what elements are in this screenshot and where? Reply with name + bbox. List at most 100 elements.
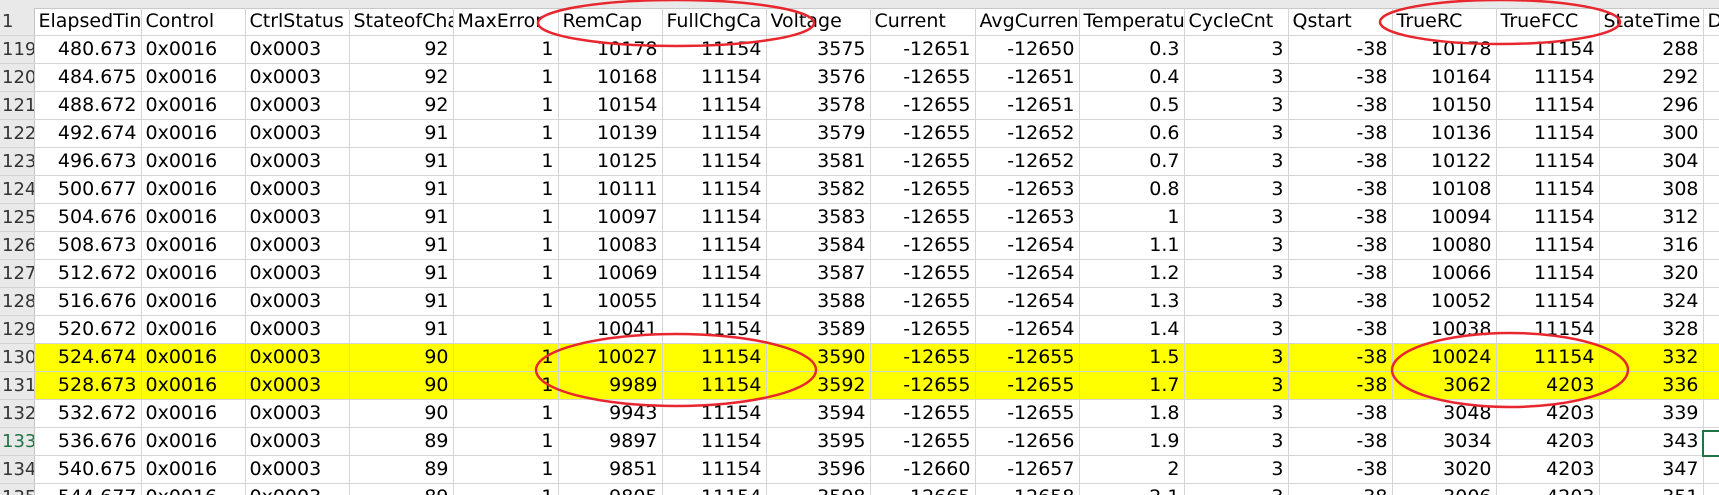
- table-cell[interactable]: -12655: [870, 259, 976, 288]
- table-cell[interactable]: 0.8: [1079, 175, 1185, 204]
- table-cell[interactable]: 0x0003: [245, 175, 350, 204]
- table-cell[interactable]: 0x0003: [245, 427, 350, 456]
- table-cell[interactable]: -38: [1288, 35, 1393, 64]
- table-cell[interactable]: 91: [349, 203, 454, 232]
- table-cell[interactable]: -12655: [870, 175, 976, 204]
- table-cell[interactable]: 0x0016: [141, 427, 246, 456]
- table-cell[interactable]: [1703, 371, 1719, 400]
- table-cell[interactable]: 10027: [558, 343, 663, 372]
- table-cell[interactable]: 0x0016: [141, 147, 246, 176]
- row-number[interactable]: 122: [0, 119, 35, 148]
- row-number[interactable]: 130: [0, 343, 35, 372]
- table-cell[interactable]: 492.674: [34, 119, 142, 148]
- table-cell[interactable]: 3: [1184, 371, 1289, 400]
- table-cell[interactable]: 11154: [662, 147, 767, 176]
- table-cell[interactable]: 91: [349, 287, 454, 316]
- table-cell[interactable]: 3: [1184, 259, 1289, 288]
- table-cell[interactable]: 89: [349, 483, 454, 495]
- table-cell[interactable]: 11154: [662, 175, 767, 204]
- table-cell[interactable]: 3596: [766, 455, 871, 484]
- table-cell[interactable]: 3579: [766, 119, 871, 148]
- table-cell[interactable]: -12651: [870, 35, 976, 64]
- table-cell[interactable]: 11154: [662, 231, 767, 260]
- table-cell[interactable]: -38: [1288, 91, 1393, 120]
- table-cell[interactable]: 1.9: [1079, 427, 1185, 456]
- table-cell[interactable]: 4203: [1496, 371, 1600, 400]
- table-cell[interactable]: -12654: [975, 259, 1080, 288]
- row-number[interactable]: 125: [0, 203, 35, 232]
- table-cell[interactable]: 0x0003: [245, 315, 350, 344]
- table-cell[interactable]: -38: [1288, 427, 1393, 456]
- table-cell[interactable]: 1: [453, 203, 559, 232]
- table-cell[interactable]: 2.1: [1079, 483, 1185, 495]
- table-cell[interactable]: 1: [453, 231, 559, 260]
- table-cell[interactable]: 0x0016: [141, 399, 246, 428]
- column-header-cell[interactable]: AvgCurren: [975, 8, 1080, 36]
- table-cell[interactable]: 0x0016: [141, 483, 246, 495]
- table-cell[interactable]: 11154: [662, 371, 767, 400]
- table-cell[interactable]: [1703, 259, 1719, 288]
- table-cell[interactable]: 11154: [662, 287, 767, 316]
- table-cell[interactable]: 9989: [558, 371, 663, 400]
- table-cell[interactable]: -12655: [870, 287, 976, 316]
- table-cell[interactable]: 516.676: [34, 287, 142, 316]
- table-cell[interactable]: 536.676: [34, 427, 142, 456]
- table-cell[interactable]: -12653: [975, 203, 1080, 232]
- table-cell[interactable]: 1: [453, 35, 559, 64]
- column-header-cell[interactable]: CtrlStatus: [245, 8, 350, 36]
- table-cell[interactable]: 1: [453, 63, 559, 92]
- table-cell[interactable]: 1: [453, 427, 559, 456]
- table-cell[interactable]: 3: [1184, 427, 1289, 456]
- table-cell[interactable]: 3: [1184, 399, 1289, 428]
- table-cell[interactable]: 0.4: [1079, 63, 1185, 92]
- table-cell[interactable]: [1703, 35, 1719, 64]
- table-cell[interactable]: 4203: [1496, 455, 1600, 484]
- table-cell[interactable]: 1: [453, 91, 559, 120]
- table-cell[interactable]: 91: [349, 119, 454, 148]
- table-cell[interactable]: -38: [1288, 399, 1393, 428]
- table-cell[interactable]: -12654: [975, 231, 1080, 260]
- table-cell[interactable]: -38: [1288, 455, 1393, 484]
- table-cell[interactable]: 11154: [1496, 35, 1600, 64]
- table-cell[interactable]: 11154: [1496, 231, 1600, 260]
- table-cell[interactable]: 10069: [558, 259, 663, 288]
- table-cell[interactable]: 3584: [766, 231, 871, 260]
- table-cell[interactable]: -12655: [870, 203, 976, 232]
- table-cell[interactable]: 3588: [766, 287, 871, 316]
- table-cell[interactable]: 11154: [662, 259, 767, 288]
- table-cell[interactable]: 332: [1599, 343, 1704, 372]
- table-cell[interactable]: 10024: [1392, 343, 1497, 372]
- table-cell[interactable]: 11154: [1496, 287, 1600, 316]
- table-cell[interactable]: 3581: [766, 147, 871, 176]
- table-cell[interactable]: 10038: [1392, 315, 1497, 344]
- table-cell[interactable]: 11154: [662, 399, 767, 428]
- table-cell[interactable]: [1703, 63, 1719, 92]
- row-number[interactable]: 124: [0, 175, 35, 204]
- table-cell[interactable]: 3: [1184, 343, 1289, 372]
- table-cell[interactable]: 300: [1599, 119, 1704, 148]
- table-cell[interactable]: 0x0003: [245, 371, 350, 400]
- table-cell[interactable]: -38: [1288, 315, 1393, 344]
- table-cell[interactable]: 11154: [662, 455, 767, 484]
- table-cell[interactable]: 1.5: [1079, 343, 1185, 372]
- table-cell[interactable]: 10139: [558, 119, 663, 148]
- row-number[interactable]: 119: [0, 35, 35, 64]
- table-cell[interactable]: 0x0003: [245, 259, 350, 288]
- table-cell[interactable]: 0x0003: [245, 455, 350, 484]
- table-cell[interactable]: 1.3: [1079, 287, 1185, 316]
- table-cell[interactable]: 3587: [766, 259, 871, 288]
- table-cell[interactable]: 10097: [558, 203, 663, 232]
- table-cell[interactable]: 3576: [766, 63, 871, 92]
- table-cell[interactable]: 0x0003: [245, 399, 350, 428]
- table-cell[interactable]: 480.673: [34, 35, 142, 64]
- row-number[interactable]: 131: [0, 371, 35, 400]
- table-cell[interactable]: 3589: [766, 315, 871, 344]
- column-header-cell[interactable]: ElapsedTin: [34, 8, 142, 36]
- table-cell[interactable]: -38: [1288, 203, 1393, 232]
- table-cell[interactable]: 91: [349, 147, 454, 176]
- table-cell[interactable]: -38: [1288, 371, 1393, 400]
- table-cell[interactable]: 10150: [1392, 91, 1497, 120]
- table-cell[interactable]: 10094: [1392, 203, 1497, 232]
- table-cell[interactable]: 91: [349, 259, 454, 288]
- table-cell[interactable]: 0x0003: [245, 147, 350, 176]
